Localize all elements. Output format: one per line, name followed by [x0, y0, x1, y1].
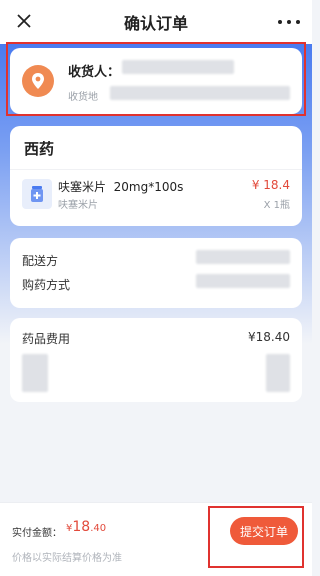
- receiver-name-redacted: [122, 60, 234, 74]
- price-note: 价格以实际结算价格为准: [12, 553, 122, 564]
- medicine-card: 西药 呋塞米片 20mg*100s 呋塞米片 ¥ 18.4 X 1瓶: [10, 126, 302, 226]
- pill-bottle-icon: [31, 186, 43, 202]
- medicine-quantity: X 1瓶: [263, 200, 290, 211]
- checkout-footer: 实付金额： ¥18.40 价格以实际结算价格为准 提交订单: [0, 502, 312, 576]
- delivery-card: 配送方 购药方式: [10, 238, 302, 308]
- fee-detail-redacted: [266, 354, 290, 392]
- location-pin-icon: [22, 65, 54, 97]
- address-redacted: [110, 86, 290, 100]
- submit-order-button[interactable]: 提交订单: [230, 517, 298, 545]
- receiver-label: 收货人：: [68, 65, 121, 80]
- top-bar: 确认订单: [0, 0, 312, 45]
- page-title: 确认订单: [123, 14, 188, 33]
- delivery-value-redacted[interactable]: [196, 250, 290, 264]
- drug-fee-label: 药品费用: [22, 332, 71, 346]
- pay-label: 实付金额：: [12, 528, 62, 539]
- section-title: 西药: [24, 140, 55, 158]
- more-icon[interactable]: [278, 12, 300, 32]
- medicine-name: 呋塞米片 20mg*100s: [58, 180, 184, 194]
- divider: [10, 169, 302, 170]
- medicine-thumbnail[interactable]: [22, 179, 52, 209]
- purchase-method-redacted[interactable]: [196, 274, 290, 288]
- medicine-generic-name: 呋塞米片: [58, 200, 98, 211]
- purchase-method-label: 购药方式: [22, 278, 71, 292]
- address-label: 收货地: [68, 92, 98, 103]
- drug-fee-value: ¥18.40: [248, 330, 290, 344]
- fee-detail-redacted: [22, 354, 48, 392]
- pay-amount: ¥18.40: [66, 519, 107, 535]
- delivery-label: 配送方: [22, 254, 59, 268]
- address-card[interactable]: 收货人： 收货地: [10, 48, 302, 114]
- medicine-price: ¥ 18.4: [251, 178, 290, 192]
- fee-card: 药品费用 ¥18.40: [10, 318, 302, 402]
- close-icon[interactable]: [14, 11, 34, 31]
